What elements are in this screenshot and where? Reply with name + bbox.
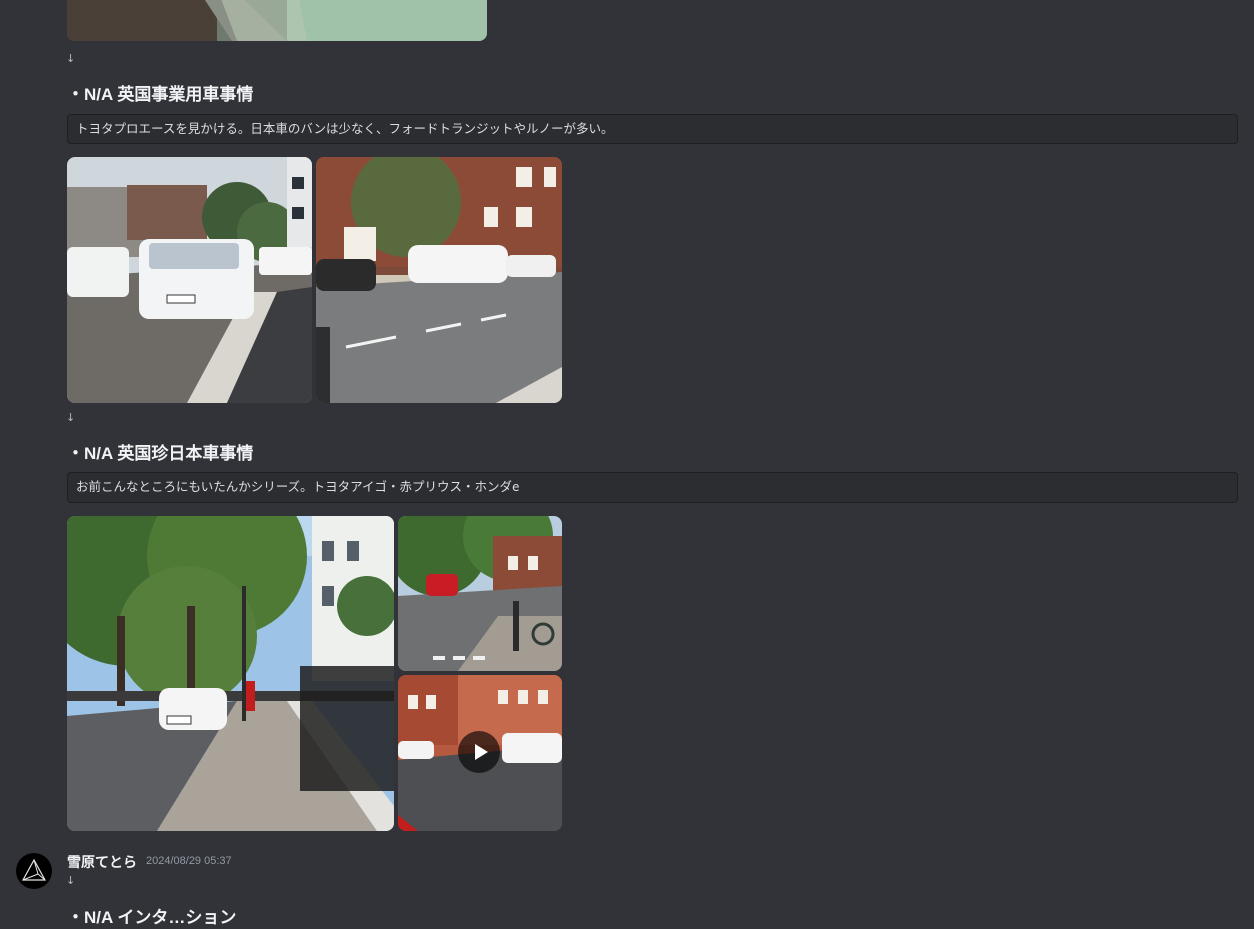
attachment-image[interactable]	[398, 516, 562, 671]
arrow-marker: ↓	[66, 52, 76, 65]
message-timestamp[interactable]: 2024/08/29 05:37	[146, 855, 232, 867]
attachment-image[interactable]	[67, 516, 394, 831]
play-icon	[474, 744, 488, 760]
section-heading: ・N/A 英国事業用車事情	[67, 85, 254, 104]
play-button[interactable]	[458, 731, 500, 773]
avatar[interactable]	[16, 853, 52, 889]
inline-code-note: お前こんなところにもいたんかシリーズ。トヨタアイゴ・赤プリウス・ホンダe	[67, 472, 1238, 503]
section-heading: ・N/A インタ…ション	[67, 908, 237, 927]
section-heading: ・N/A 英国珍日本車事情	[67, 444, 254, 463]
message-username[interactable]: 雪原てとら	[67, 852, 137, 872]
avatar-icon	[21, 858, 47, 881]
attachment-image[interactable]	[316, 157, 562, 403]
attachment-video[interactable]	[398, 675, 562, 831]
arrow-marker: ↓	[66, 874, 76, 887]
attachment-image[interactable]	[67, 157, 312, 403]
attachment-image[interactable]	[67, 0, 487, 41]
arrow-marker: ↓	[66, 411, 76, 424]
inline-code-note: トヨタプロエースを見かける。日本車のバンは少なく、フォードトランジットやルノーが…	[67, 114, 1238, 144]
